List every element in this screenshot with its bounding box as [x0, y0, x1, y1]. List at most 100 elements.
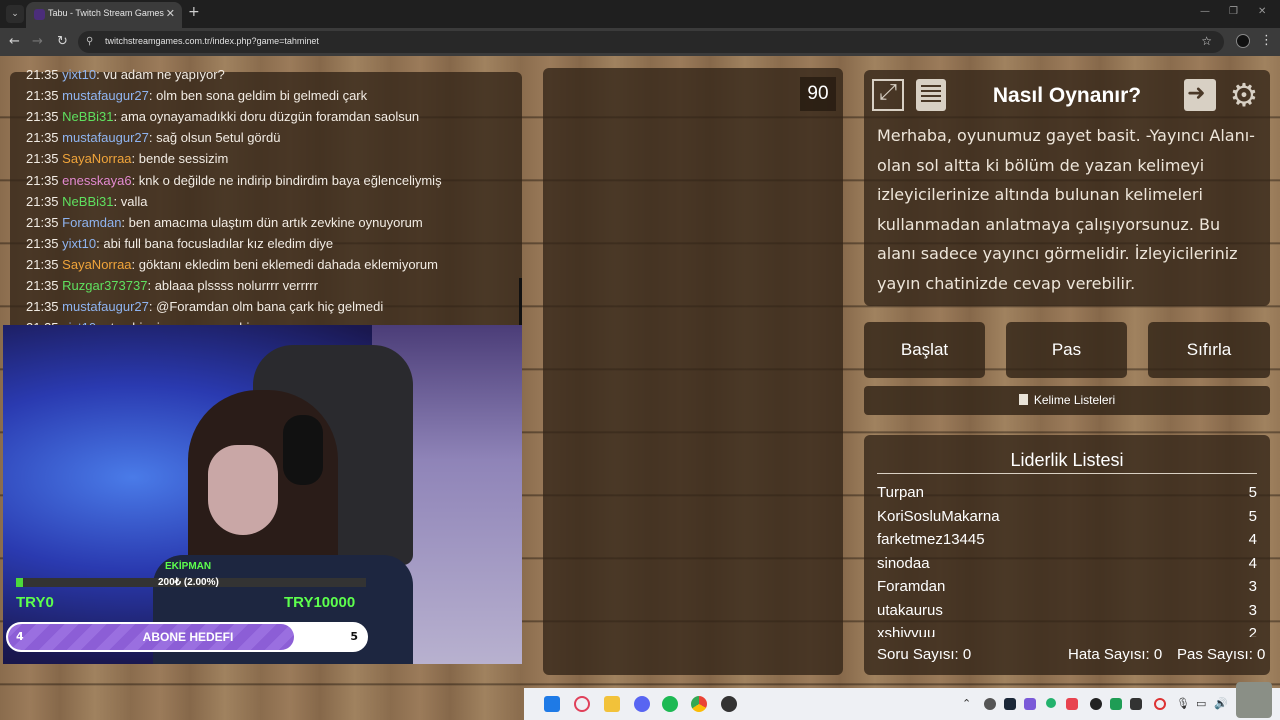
pen-icon[interactable] [1024, 698, 1036, 710]
close-tab-icon[interactable]: ✕ [166, 7, 175, 20]
leaderboard-title: Liderlik Listesi [1010, 450, 1124, 470]
leaderboard-score: 4 [1248, 554, 1257, 572]
site-info-icon[interactable]: ⚲ [86, 36, 93, 47]
error-count-value: 0 [1153, 646, 1163, 663]
leaderboard-row: xshivyuu 2 [877, 622, 1257, 637]
tray-green-icon[interactable] [1046, 698, 1056, 708]
error-count-label: Hata Sayısı: [1068, 646, 1150, 663]
leaderboard-name: utakaurus [877, 601, 943, 619]
chat-username[interactable]: yixt10 [62, 67, 96, 82]
gear-icon[interactable]: ⚙ [1228, 79, 1260, 111]
reset-button[interactable]: Sıfırla [1148, 322, 1270, 378]
windows-taskbar: ⌃ 🎙 ▭ 🔊 [524, 682, 1280, 720]
tray-box-icon[interactable] [1130, 698, 1142, 710]
leaderboard-row: utakaurus 3 [877, 599, 1257, 622]
site-favicon-icon [34, 9, 45, 20]
chat-timestamp: 21:35 [26, 172, 59, 188]
steam-icon[interactable] [1004, 698, 1016, 710]
headset [283, 415, 323, 485]
sub-goal-target: 5 [350, 630, 358, 643]
question-count-value: 0 [962, 646, 972, 663]
obs-icon[interactable] [721, 696, 737, 712]
url-field[interactable]: ⚲ twitchstreamgames.com.tr/index.php?gam… [78, 31, 1224, 53]
sub-goal-title: ABONE HEDEFI [142, 630, 234, 644]
question-count-label: Soru Sayısı: [877, 646, 959, 663]
chat-text: : sağ olsun 5etul gördü [148, 130, 281, 146]
tray-app-icon[interactable] [984, 698, 996, 710]
reload-icon[interactable]: ↻ [57, 34, 68, 49]
chat-username[interactable]: NeBBi31 [62, 109, 113, 124]
browser-menu-icon[interactable]: ⋮ [1260, 33, 1273, 48]
word-lists-button[interactable]: Kelime Listeleri [864, 386, 1270, 415]
start-menu-icon[interactable] [544, 696, 560, 712]
minimize-icon[interactable]: — [1200, 6, 1210, 17]
chat-timestamp: 21:35 [26, 109, 59, 125]
record-icon[interactable] [1154, 698, 1166, 710]
chrome-icon[interactable] [691, 696, 707, 712]
chat-username[interactable]: yixt10 [62, 236, 96, 251]
opera-icon[interactable] [574, 696, 590, 712]
file-explorer-icon[interactable] [604, 696, 620, 712]
back-icon[interactable]: ← [9, 34, 20, 49]
chat-username[interactable]: mustafaugur27 [62, 130, 149, 145]
chat-timestamp: 21:35 [26, 193, 59, 209]
chat-text: : knk o değilde ne indirip bindirdim bay… [131, 172, 442, 188]
chat-username[interactable]: Foramdan [62, 215, 121, 230]
leaderboard-name: sinodaa [877, 554, 930, 572]
chat-username[interactable]: mustafaugur27 [62, 299, 149, 314]
spotify-icon[interactable] [662, 696, 678, 712]
sub-goal-bar: 4 ABONE HEDEFI 5 [6, 622, 368, 652]
chat-text: : ben amacıma ulaştım dün artık zevkine … [121, 214, 423, 230]
donation-goal-label: EKİPMAN [165, 561, 212, 572]
leaderboard-list[interactable]: Turpan 5 KoriSosluMakarna 5 farketmez13445 4 s… [877, 481, 1257, 637]
leaderboard-divider [877, 473, 1257, 474]
notification-thumbnail[interactable] [1236, 682, 1272, 718]
chat-username[interactable]: SayaNorraa [62, 257, 131, 272]
address-bar: ← → ↻ ⚲ twitchstreamgames.com.tr/index.p… [0, 28, 1280, 56]
donation-progress-fill [16, 578, 23, 587]
chat-timestamp: 21:35 [26, 235, 59, 251]
chat-username[interactable]: NeBBi31 [62, 194, 113, 209]
chat-username[interactable]: enesskaya6 [62, 173, 131, 188]
pass-button[interactable]: Pas [1006, 322, 1127, 378]
chat-username[interactable]: mustafaugur27 [62, 88, 149, 103]
tray-dark-icon[interactable] [1090, 698, 1102, 710]
microphone-icon[interactable]: 🎙 [1176, 697, 1190, 710]
chat-text: : ablaaa plssss nolurrrr verrrrr [147, 278, 318, 293]
chat-text: : abi full bana focusladılar kız eledim … [96, 235, 334, 251]
tray-expand-icon[interactable]: ⌃ [962, 697, 971, 710]
tray-red-icon[interactable] [1066, 698, 1078, 710]
profile-avatar[interactable] [1236, 34, 1250, 48]
chat-message: 21:35 SayaNorraa: bende sessizim [26, 151, 228, 166]
chat-text: : @Foramdan olm bana çark hiç gelmedi [148, 299, 384, 315]
fullscreen-icon[interactable] [872, 79, 904, 111]
chat-timestamp: 21:35 [26, 67, 59, 82]
how-to-play-title: Nasıl Oynanır? [992, 84, 1142, 107]
chat-timestamp: 21:35 [26, 299, 59, 315]
chat-username[interactable]: SayaNorraa [62, 151, 131, 166]
discord-icon[interactable] [634, 696, 650, 712]
browser-tab[interactable]: Tabu - Twitch Stream Games ✕ [26, 2, 182, 28]
chat-message: 21:35 yixt10: vu adam ne yapıyor? [26, 67, 225, 82]
bookmark-star-icon[interactable]: ☆ [1201, 34, 1212, 48]
exit-icon[interactable] [1184, 79, 1216, 111]
network-icon[interactable]: ▭ [1196, 697, 1206, 710]
leaderboard-row: Foramdan 3 [877, 575, 1257, 598]
close-window-icon[interactable]: ✕ [1258, 6, 1266, 17]
document-icon[interactable] [916, 79, 946, 111]
chat-text: : vu adam ne yapıyor? [96, 67, 225, 82]
start-button[interactable]: Başlat [864, 322, 985, 378]
leaderboard-name: Turpan [877, 484, 924, 501]
chat-timestamp: 21:35 [26, 278, 59, 293]
chat-message: 21:35 NeBBi31: valla [26, 194, 147, 209]
new-tab-button[interactable]: + [188, 4, 200, 20]
maximize-icon[interactable]: ❐ [1229, 6, 1238, 17]
url-text: twitchstreamgames.com.tr/index.php?game=… [105, 36, 319, 46]
tray-x-icon[interactable] [1110, 698, 1122, 710]
volume-icon[interactable]: 🔊 [1214, 697, 1228, 710]
timer-display: 90 [800, 77, 836, 111]
word-lists-label: Kelime Listeleri [1033, 393, 1116, 407]
chat-username[interactable]: Ruzgar373737 [62, 278, 147, 293]
tab-search-button[interactable]: ⌄ [6, 5, 24, 23]
forward-icon[interactable]: → [32, 34, 43, 49]
